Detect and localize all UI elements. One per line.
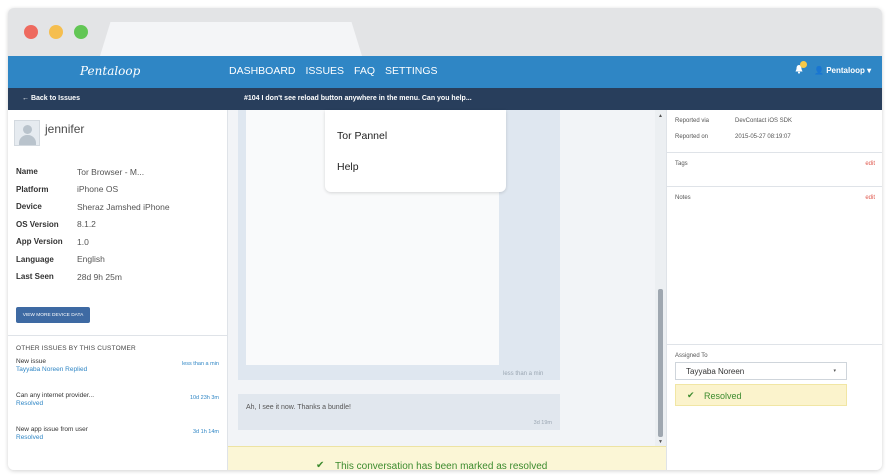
check-icon: ✔ [687,390,695,400]
maximize-window-button[interactable] [74,25,88,39]
bell-icon[interactable] [794,61,807,77]
chevron-down-icon: ▾ [867,66,872,75]
main-menu: DASHBOARD ISSUES FAQ SETTINGS [224,65,443,77]
property-value: English [77,254,105,265]
screenshot-menu-item: Help [337,161,359,173]
scrollbar-thumb[interactable] [658,289,663,437]
assignee-select[interactable]: Tayyaba Noreen ▾ [675,362,847,380]
property-key: Language [16,254,54,264]
reported-via-row: Reported via DevContact iOS SDK [675,118,792,124]
assignee-value: Tayyaba Noreen [686,367,745,376]
issue-title: #104 I don't see reload button anywhere … [244,95,472,102]
property-value: iPhone OS [77,184,119,195]
notes-label: Notes [675,195,691,201]
property-value: Tor Browser - M... [77,166,145,177]
property-row: App Version 1.0 [16,233,221,251]
property-value: 1.0 [77,236,89,247]
nav-dashboard[interactable]: DASHBOARD [224,65,301,77]
property-key: App Version [16,237,63,247]
assigned-to-label: Assigned To [675,353,708,359]
property-row: Last Seen 28d 9h 25m [16,268,221,286]
message-timestamp: 3d 19m [533,420,552,426]
other-issue-time: less than a min [182,361,219,367]
browser-chrome [8,8,882,56]
other-issues-title: OTHER ISSUES BY THIS CUSTOMER [16,345,136,352]
reported-via-label: Reported via [675,118,710,124]
property-row: Name Tor Browser - M... [16,163,221,181]
user-menu[interactable]: 👤 Pentaloop ▾ [814,66,871,75]
reported-on-label: Reported on [675,134,709,140]
screenshot-attachment[interactable]: Tor Pannel Help [246,110,506,365]
chevron-down-icon: ▾ [833,368,836,374]
edit-notes-link[interactable]: edit [865,195,875,201]
view-device-data-button[interactable]: VIEW MORE DEVICE DATA [16,307,90,323]
scroll-up-icon[interactable]: ▲ [658,113,663,119]
scroll-down-icon[interactable]: ▼ [658,439,663,445]
customer-name: jennifer [45,122,85,136]
property-value: 28d 9h 25m [77,271,122,282]
brand-logo[interactable]: Pentaloop [80,64,140,78]
divider [667,344,882,345]
reported-on-row: Reported on 2015-05-27 08:19:07 [675,134,791,140]
list-item[interactable]: New app issue from user Resolved 3d 1h 1… [8,426,227,454]
nav-issues[interactable]: ISSUES [301,65,350,77]
resolved-banner: ✔ This conversation has been marked as r… [228,446,666,470]
minimize-window-button[interactable] [49,25,63,39]
other-issues-section: OTHER ISSUES BY THIS CUSTOMER New issue … [8,335,227,454]
browser-tab[interactable] [100,22,362,56]
message-bubble: Ah, I see it now. Thanks a bundle! 3d 19… [238,394,560,430]
back-to-issues-link[interactable]: ← Back to Issues [22,95,80,102]
tags-label: Tags [675,161,688,167]
reported-via-value: DevContact iOS SDK [735,118,793,124]
property-value: 8.1.2 [77,219,96,230]
status-badge[interactable]: ✔ Resolved [675,384,847,406]
reported-on-value: 2015-05-27 08:19:07 [735,134,791,140]
customer-panel: jennifer Name Tor Browser - M... Platform… [8,110,228,470]
other-issue-status: Resolved [16,434,44,441]
property-key: Name [16,167,38,177]
top-navigation: Pentaloop DASHBOARD ISSUES FAQ SETTINGS … [8,56,882,88]
conversation-panel: Tor Pannel Help less than a min Ah, I se… [228,110,666,470]
notes-section: Notes edit [667,186,882,344]
other-issue-time: 3d 1h 14m [193,429,219,435]
browser-window: Pentaloop DASHBOARD ISSUES FAQ SETTINGS … [8,8,882,470]
user-name: Pentaloop [826,66,865,75]
other-issue-time: 10d 23h 3m [189,395,219,401]
property-key: Platform [16,184,49,194]
other-issue-title: New app issue from user [16,426,88,433]
other-issue-title: Can any internet provider... [16,392,95,399]
property-row: OS Version 8.1.2 [16,216,221,234]
nav-settings[interactable]: SETTINGS [380,65,443,77]
tags-section: Tags edit [667,152,882,186]
nav-faq[interactable]: FAQ [349,65,380,77]
issue-details-panel: Reported via DevContact iOS SDK Reported… [666,110,882,470]
other-issue-title: New issue [16,358,46,365]
property-row: Language English [16,251,221,269]
close-window-button[interactable] [24,25,38,39]
screenshot-menu-item: Tor Pannel [337,130,388,142]
property-key: Device [16,202,42,212]
user-icon: 👤 [814,66,824,75]
message-timestamp: less than a min [503,371,544,377]
avatar [14,120,40,146]
other-issue-status: Tayyaba Noreen Replied [16,366,88,373]
property-value: Sheraz Jamshed iPhone [77,201,170,212]
status-text: Resolved [704,391,742,401]
notification-badge [800,61,807,68]
image-attachment-message: Tor Pannel Help [238,110,560,380]
property-row: Device Sheraz Jamshed iPhone [16,198,221,216]
list-item[interactable]: New issue Tayyaba Noreen Replied less th… [8,358,227,386]
message-text: Ah, I see it now. Thanks a bundle! [246,404,351,411]
screenshot-menu: Tor Pannel Help [325,110,506,192]
property-key: Last Seen [16,272,54,282]
property-row: Platform iPhone OS [16,181,221,199]
resolved-banner-text: This conversation has been marked as res… [335,461,548,470]
issue-subbar: ← Back to Issues #104 I don't see reload… [8,88,882,110]
customer-properties: Name Tor Browser - M... Platform iPhone OS… [16,163,221,286]
list-item[interactable]: Can any internet provider... Resolved 10… [8,392,227,420]
edit-tags-link[interactable]: edit [865,161,875,167]
other-issue-status: Resolved [16,400,44,407]
property-key: OS Version [16,219,59,229]
check-icon: ✔ [316,460,325,470]
